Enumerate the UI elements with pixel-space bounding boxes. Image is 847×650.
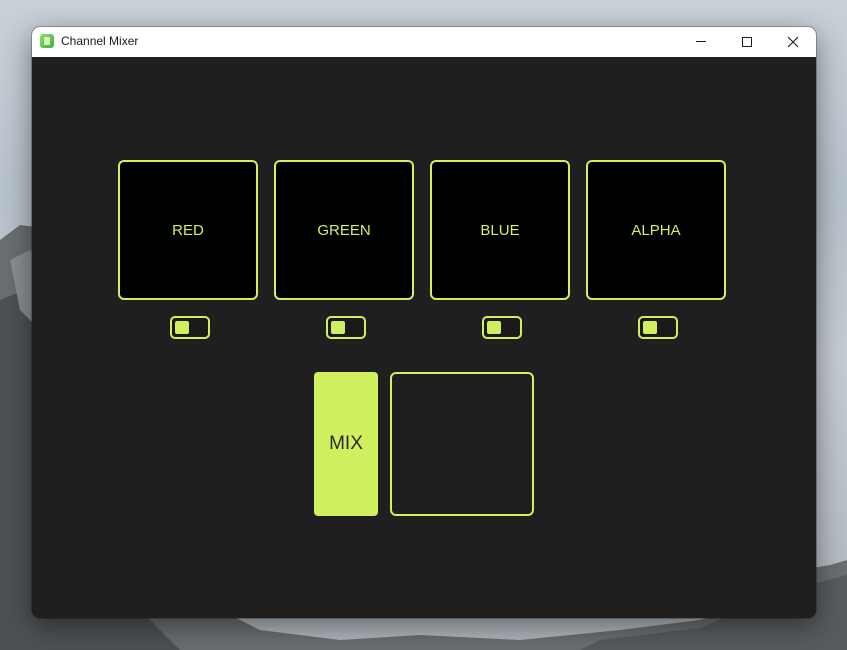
- close-button[interactable]: [770, 27, 816, 57]
- channel-red-tile[interactable]: RED: [118, 160, 258, 300]
- mix-output-box: [390, 372, 534, 516]
- toggle-alpha[interactable]: [638, 316, 678, 339]
- window-title: Channel Mixer: [61, 34, 139, 48]
- channel-green-tile[interactable]: GREEN: [274, 160, 414, 300]
- mixer-panel: RED GREEN BLUE ALPHA MIX: [32, 57, 816, 618]
- minimize-button[interactable]: [678, 27, 724, 57]
- channel-green-label: GREEN: [317, 221, 371, 239]
- channel-red-label: RED: [172, 221, 204, 239]
- channel-alpha-label: ALPHA: [631, 221, 681, 239]
- mix-button-label: MIX: [329, 433, 363, 454]
- channel-mixer-window: Channel Mixer RED GREEN BLUE ALPHA MIX: [32, 27, 816, 618]
- close-icon: [787, 36, 799, 48]
- minimize-icon: [696, 41, 706, 42]
- toggle-red-knob: [175, 321, 189, 334]
- toggle-green[interactable]: [326, 316, 366, 339]
- toggle-blue-knob: [487, 321, 501, 334]
- maximize-button[interactable]: [724, 27, 770, 57]
- title-bar[interactable]: Channel Mixer: [32, 27, 816, 57]
- channel-alpha-tile[interactable]: ALPHA: [586, 160, 726, 300]
- mix-button[interactable]: MIX: [314, 372, 378, 516]
- app-icon: [40, 34, 54, 48]
- channel-blue-tile[interactable]: BLUE: [430, 160, 570, 300]
- toggle-green-knob: [331, 321, 345, 334]
- toggle-blue[interactable]: [482, 316, 522, 339]
- toggle-alpha-knob: [643, 321, 657, 334]
- toggle-red[interactable]: [170, 316, 210, 339]
- channel-blue-label: BLUE: [480, 221, 520, 239]
- maximize-icon: [742, 37, 752, 47]
- note-icon: [44, 37, 50, 45]
